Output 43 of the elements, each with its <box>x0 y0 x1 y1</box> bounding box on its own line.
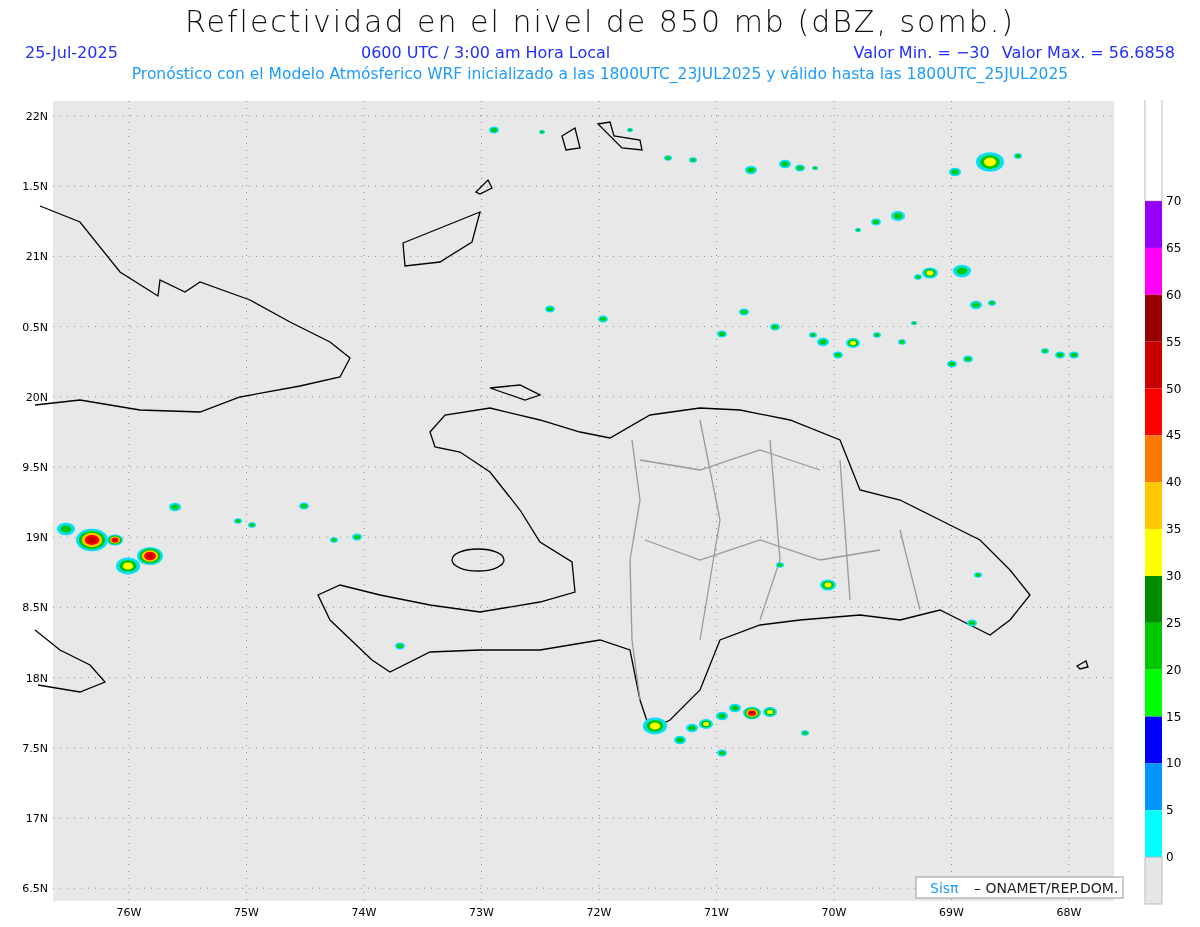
latitude-label: 22N <box>25 110 48 123</box>
latitude-label: 1.5N <box>22 180 48 194</box>
scale-label: 50 <box>1166 381 1182 396</box>
latitude-label: 9.5N <box>22 461 48 474</box>
scale-label: 25 <box>1166 615 1182 630</box>
max-value: Valor Max. = 56.6858 <box>1001 42 1175 64</box>
scale-label: 35 <box>1166 522 1182 537</box>
scale-label: 5 <box>1166 803 1174 818</box>
scale-label: 65 <box>1166 240 1182 255</box>
latitude-label: 20N <box>25 390 48 404</box>
longitude-label: 70W <box>821 906 847 919</box>
longitude-label: 68W <box>1056 906 1082 919</box>
latitude-label: 8.5N <box>22 601 48 615</box>
scale-label: 55 <box>1166 334 1182 349</box>
longitude-label: 69W <box>939 906 964 919</box>
latitude-label: 6.5N <box>22 882 48 896</box>
scale-label: 15 <box>1166 709 1182 724</box>
forecast-date: 25-Jul-2025 <box>25 42 118 64</box>
forecast-description: Pronóstico con el Modelo Atmósferico WRF inicializado a las 1800UTC_23JUL2025 y válido hasta las 1800UTC_25JUL2025 <box>131 64 1069 84</box>
longitude-label: 73W <box>469 906 494 919</box>
scale-label: 30 <box>1166 569 1182 583</box>
latitude-label: 7.5N <box>22 741 48 755</box>
longitude-label: 76W <box>116 906 142 919</box>
latitude-label: 0.5N <box>22 320 48 334</box>
scale-label: 0 <box>1166 850 1174 865</box>
latitude-label: 17N <box>25 812 48 825</box>
longitude-label: 75W <box>234 906 259 919</box>
scale-label: 40 <box>1166 475 1182 490</box>
longitude-label: 71W <box>704 906 729 919</box>
scale-label: 20 <box>1166 662 1182 677</box>
scale-label: 70 <box>1166 194 1182 209</box>
forecast-time: 0600 UTC / 3:00 am Hora Local <box>360 42 611 64</box>
latitude-label: 18N <box>25 671 48 685</box>
longitude-label: 74W <box>351 906 377 919</box>
credit-label: Sisπ – ONAMET/REP.DOM. <box>915 876 1124 899</box>
scale-label: 10 <box>1166 756 1182 771</box>
map-title: Reflectividad en el nivel de 850 mb (dBZ, somb.) <box>185 3 1015 41</box>
scale-label: 45 <box>1166 428 1182 443</box>
latitude-label: 19N <box>25 531 48 545</box>
scale-label: 60 <box>1166 287 1182 302</box>
min-value: Valor Min. = −30 <box>853 42 990 64</box>
longitude-label: 72W <box>586 906 612 919</box>
latitude-label: 21N <box>25 250 48 264</box>
